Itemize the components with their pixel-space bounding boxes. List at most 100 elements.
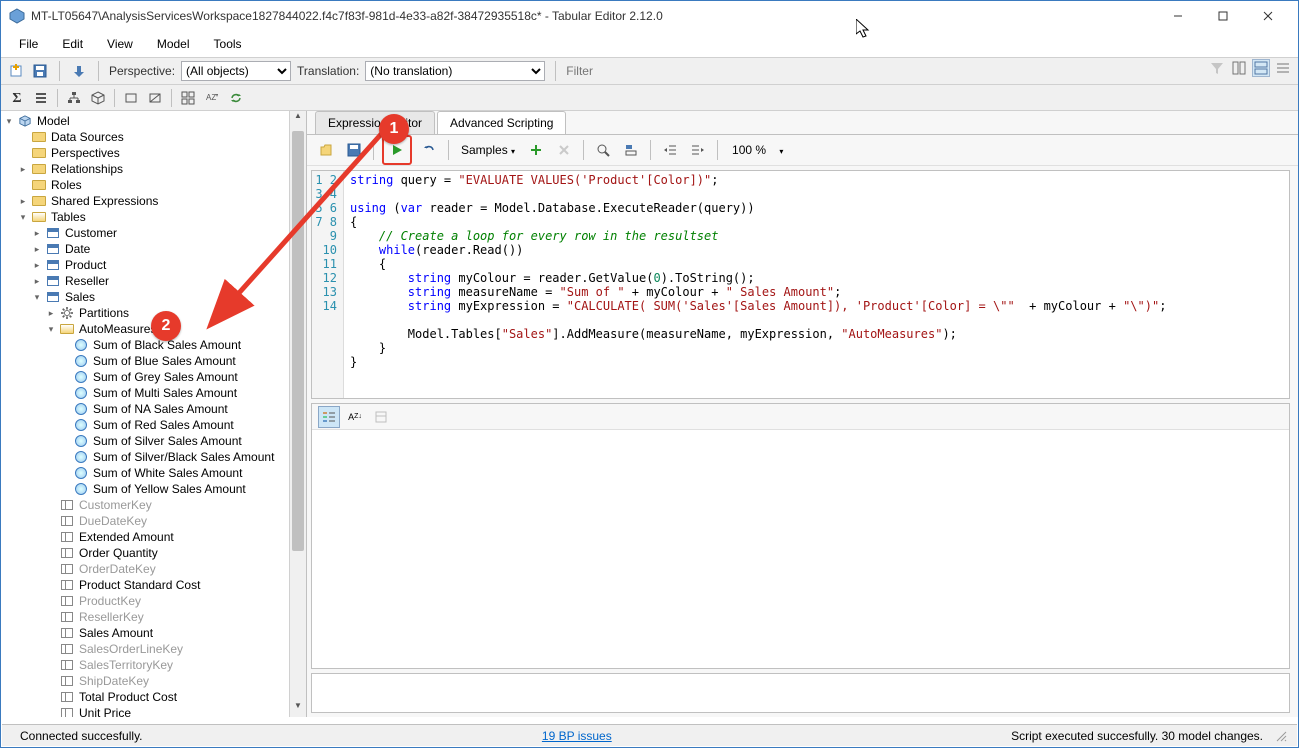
app-icon [9, 8, 25, 24]
menu-tools[interactable]: Tools [202, 33, 254, 55]
add-icon[interactable] [525, 139, 547, 161]
categorized-icon[interactable] [318, 406, 340, 428]
zoom-combo[interactable]: 100 % ▾ [726, 141, 789, 159]
tree-node[interactable]: Total Product Cost [1, 689, 306, 705]
tree-node[interactable]: ResellerKey [1, 609, 306, 625]
tree-node[interactable]: Sum of Yellow Sales Amount [1, 481, 306, 497]
search-icon[interactable] [592, 139, 614, 161]
cube-icon[interactable] [88, 88, 108, 108]
tab-expression-editor[interactable]: Expression Editor [315, 111, 435, 134]
tree-node[interactable]: Extended Amount [1, 529, 306, 545]
indent-icon[interactable] [687, 139, 709, 161]
tree-node[interactable]: ShipDateKey [1, 673, 306, 689]
tree-node[interactable]: ▾Sales [1, 289, 306, 305]
tree-node[interactable]: ▸Product [1, 257, 306, 273]
tree-node[interactable]: ▸Reseller [1, 273, 306, 289]
tree-node[interactable]: Sum of Silver Sales Amount [1, 433, 306, 449]
tree-node[interactable]: CustomerKey [1, 497, 306, 513]
tree-node[interactable]: ▸Shared Expressions [1, 193, 306, 209]
tree-node[interactable]: Sum of Red Sales Amount [1, 417, 306, 433]
tree-scrollbar[interactable]: ▲ ▼ [289, 111, 306, 717]
undo-icon[interactable] [418, 139, 440, 161]
layout-icon-3[interactable] [1274, 59, 1292, 77]
tree-node[interactable]: SalesOrderLineKey [1, 641, 306, 657]
perspective-select[interactable]: (All objects) [181, 61, 291, 81]
tree-node[interactable]: ▸Date [1, 241, 306, 257]
filter-input[interactable] [566, 61, 1066, 81]
minimize-button[interactable] [1155, 1, 1200, 31]
tree-node[interactable]: Sum of Multi Sales Amount [1, 385, 306, 401]
maximize-button[interactable] [1200, 1, 1245, 31]
diag-icon[interactable] [145, 88, 165, 108]
alphabetical-icon[interactable]: AZ↓ [344, 406, 366, 428]
tree-node[interactable]: ▸Relationships [1, 161, 306, 177]
open-script-icon[interactable] [315, 139, 337, 161]
rect-icon[interactable] [121, 88, 141, 108]
menu-model[interactable]: Model [145, 33, 202, 55]
code-area[interactable]: string query = "EVALUATE VALUES('Product… [344, 171, 1289, 398]
menu-view[interactable]: View [95, 33, 145, 55]
tab-advanced-scripting[interactable]: Advanced Scripting [437, 111, 566, 134]
tree-node[interactable]: Sum of Silver/Black Sales Amount [1, 449, 306, 465]
outdent-icon[interactable] [659, 139, 681, 161]
sigma-icon[interactable]: Σ [7, 88, 27, 108]
perspective-label: Perspective: [109, 64, 175, 78]
tree-node[interactable]: ProductKey [1, 593, 306, 609]
tree-node[interactable]: Sum of NA Sales Amount [1, 401, 306, 417]
model-tree[interactable]: ▾ModelData SourcesPerspectives▸Relations… [1, 111, 306, 717]
tree-node[interactable]: Roles [1, 177, 306, 193]
delete-icon[interactable] [553, 139, 575, 161]
tree-node[interactable]: Sum of Grey Sales Amount [1, 369, 306, 385]
code-editor[interactable]: 1 2 3 4 5 6 7 8 9 10 11 12 13 14 string … [311, 170, 1290, 399]
close-button[interactable] [1245, 1, 1290, 31]
tree-node[interactable]: OrderDateKey [1, 561, 306, 577]
sort-asc-icon[interactable]: AZ [202, 88, 222, 108]
tree-node[interactable]: Sum of Black Sales Amount [1, 337, 306, 353]
menu-bar: File Edit View Model Tools [1, 31, 1298, 57]
tree-node[interactable]: ▾Tables [1, 209, 306, 225]
status-bp-link[interactable]: 19 BP issues [532, 729, 622, 743]
menu-file[interactable]: File [7, 33, 50, 55]
tree-node[interactable]: ▾Model [1, 113, 306, 129]
property-pane: AZ↓ [311, 403, 1290, 669]
tree-node[interactable]: Product Standard Cost [1, 577, 306, 593]
view-toggle-icons [1208, 59, 1292, 77]
tree-node[interactable]: Perspectives [1, 145, 306, 161]
translation-select[interactable]: (No translation) [365, 61, 545, 81]
format-icon[interactable] [620, 139, 642, 161]
scroll-down-icon[interactable]: ▼ [290, 701, 306, 717]
grid-icon[interactable] [178, 88, 198, 108]
tree-node[interactable]: DueDateKey [1, 513, 306, 529]
translation-label: Translation: [297, 64, 359, 78]
status-bar: Connected succesfully. 19 BP issues Scri… [2, 724, 1297, 746]
filter-icon[interactable] [1208, 59, 1226, 77]
window-title: MT-LT05647\AnalysisServicesWorkspace1827… [31, 9, 1155, 23]
annotation-badge-2: 2 [151, 311, 181, 341]
tree-node[interactable]: Sum of Blue Sales Amount [1, 353, 306, 369]
tree-node[interactable]: Unit Price [1, 705, 306, 717]
samples-dropdown[interactable]: Samples ▾ [457, 141, 519, 159]
tree-node[interactable]: Sales Amount [1, 625, 306, 641]
hierarchy-icon[interactable] [64, 88, 84, 108]
status-connection: Connected succesfully. [10, 729, 153, 743]
resize-grip-icon[interactable] [1273, 728, 1289, 744]
new-icon[interactable] [7, 62, 25, 80]
tree-node[interactable]: SalesTerritoryKey [1, 657, 306, 673]
refresh-icon[interactable] [226, 88, 246, 108]
tree-node[interactable]: ▸Customer [1, 225, 306, 241]
tree-node[interactable]: Data Sources [1, 129, 306, 145]
scroll-thumb[interactable] [292, 131, 304, 551]
title-bar: MT-LT05647\AnalysisServicesWorkspace1827… [1, 1, 1298, 31]
layout-icon-2[interactable] [1252, 59, 1270, 77]
list-icon[interactable] [31, 88, 51, 108]
scroll-up-icon[interactable]: ▲ [290, 111, 306, 127]
menu-edit[interactable]: Edit [50, 33, 95, 55]
property-pages-icon[interactable] [370, 406, 392, 428]
tree-node[interactable]: Order Quantity [1, 545, 306, 561]
layout-icon-1[interactable] [1230, 59, 1248, 77]
save-icon[interactable] [31, 62, 49, 80]
tree-node[interactable]: Sum of White Sales Amount [1, 465, 306, 481]
save-script-icon[interactable] [343, 139, 365, 161]
tree-toolbar: Σ AZ [1, 85, 1298, 111]
deploy-icon[interactable] [70, 62, 88, 80]
